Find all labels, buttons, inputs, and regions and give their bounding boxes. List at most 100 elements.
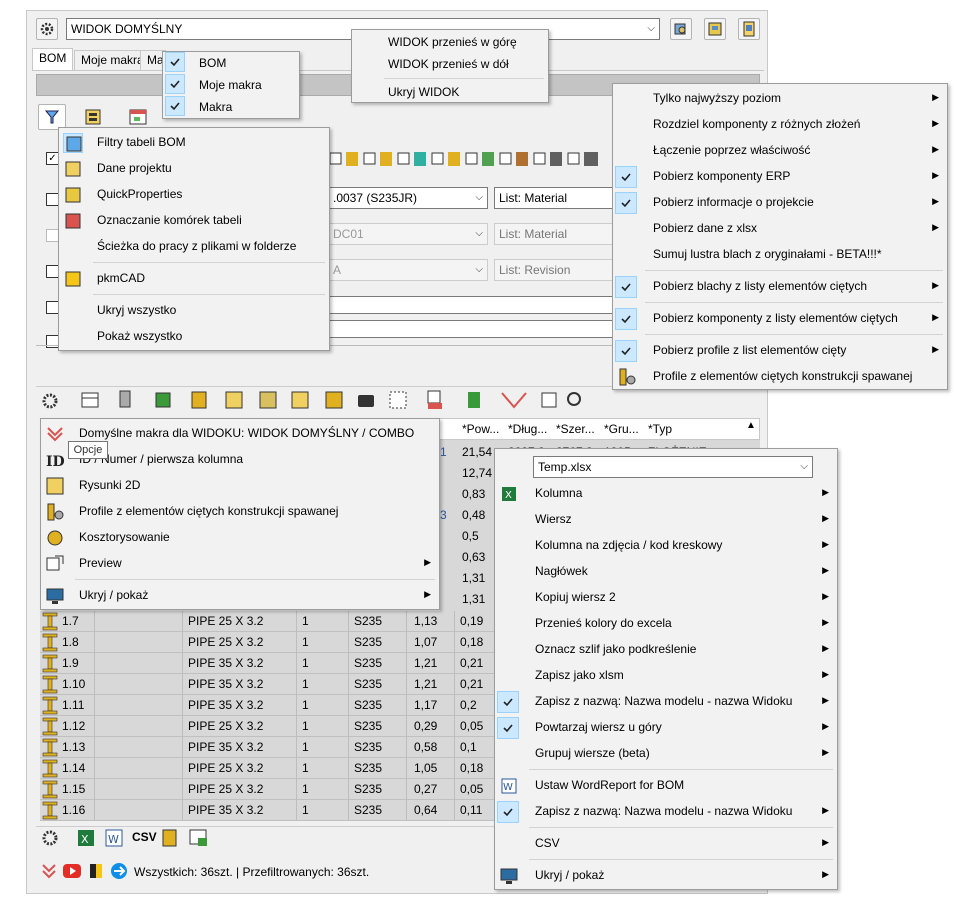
- export-menu-item-8[interactable]: Zapisz z nazwą: Nazwa modelu - nazwa Wid…: [495, 689, 837, 715]
- export-menu-item-0[interactable]: X Kolumna ▶: [495, 481, 837, 507]
- table-cell-v1: 1,07: [414, 635, 438, 649]
- excel-icon[interactable]: X: [76, 828, 96, 851]
- tab-menu-item-2[interactable]: Makra: [163, 96, 299, 118]
- bottom-gear-icon[interactable]: [40, 828, 60, 851]
- table-cell-v2: 0,18: [460, 761, 484, 775]
- options-menu-item-4[interactable]: Kosztorysowanie: [41, 525, 439, 551]
- options-menu-item-2[interactable]: Rysunki 2D: [41, 473, 439, 499]
- main-toolbar: [36, 386, 762, 414]
- tab-menu-item-1[interactable]: Moje makra: [163, 74, 299, 96]
- list-revision-field[interactable]: List: Revision: [494, 259, 614, 281]
- header-gru[interactable]: *Gru...: [604, 419, 639, 440]
- dc-select[interactable]: DC01 ⌵: [328, 223, 488, 245]
- view-copy-button[interactable]: [670, 18, 692, 40]
- header-szer[interactable]: *Szer...: [556, 419, 595, 440]
- tab-menu-item-0[interactable]: BOM: [163, 52, 299, 74]
- export-menu-item-10[interactable]: Grupuj wiersze (beta) ▶: [495, 741, 837, 767]
- table-cell-mat: S235: [354, 656, 383, 670]
- erp-menu-item-0[interactable]: Tylko najwyższy poziom ▶: [613, 86, 947, 112]
- filter-menu-item-5[interactable]: pkmCAD: [59, 266, 329, 292]
- revision-select[interactable]: A ⌵: [328, 259, 488, 281]
- view-export-button[interactable]: [738, 18, 760, 40]
- menu-item-label: WIDOK przenieś w górę: [388, 35, 517, 49]
- list-material-field-2[interactable]: List: Material: [494, 223, 614, 245]
- funnel-icon: [44, 110, 60, 124]
- submenu-arrow-icon: ▶: [822, 487, 829, 497]
- options-menu-item-6[interactable]: Ukryj / pokaż ▶: [41, 583, 439, 609]
- material-select[interactable]: .0037 (S235JR) ⌵: [328, 187, 488, 209]
- table-cell-name: PIPE 25 X 3.2: [188, 719, 264, 733]
- weldment-profile-icon: [617, 367, 637, 390]
- export-menu-item-7[interactable]: Zapisz jako xlsm ▶: [495, 663, 837, 689]
- submenu-arrow-icon: ▶: [932, 144, 939, 154]
- weldment-profile-icon: [45, 502, 65, 522]
- menu-item-view-down[interactable]: WIDOK przenieś w dół: [352, 52, 548, 78]
- options-menu-item-3[interactable]: Profile z elementów ciętych konstrukcji …: [41, 499, 439, 525]
- settings-gear-button[interactable]: [36, 18, 58, 40]
- export-menu-item-11[interactable]: W Ustaw WordReport for BOM: [495, 773, 837, 799]
- menu-separator: [93, 294, 325, 295]
- filter-menu-item-6[interactable]: Ukryj wszystko: [59, 298, 329, 324]
- menu-item-label: Grupuj wiersze (beta): [535, 746, 650, 760]
- header-dlug[interactable]: *Dług...: [508, 419, 547, 440]
- list-material-field-1[interactable]: List: Material: [494, 187, 614, 209]
- i-beam-icon: [42, 612, 58, 634]
- erp-menu-item-7[interactable]: Pobierz blachy z listy elementów ciętych…: [613, 274, 947, 300]
- tab-bom[interactable]: BOM: [32, 48, 74, 70]
- erp-menu-item-2[interactable]: Łączenie poprzez właściwość ▶: [613, 138, 947, 164]
- text-field-1[interactable]: [328, 296, 614, 314]
- filter-menu-item-2[interactable]: QuickProperties: [59, 182, 329, 208]
- csv-button[interactable]: CSV: [132, 830, 157, 844]
- erp-menu-item-6[interactable]: Sumuj lustra blach z oryginałami - BETA!…: [613, 242, 947, 268]
- export-file-select[interactable]: Temp.xlsx ⌵: [533, 456, 813, 478]
- menu-item-label: Makra: [199, 100, 233, 114]
- clipboard-icon[interactable]: [160, 828, 180, 851]
- erp-menu-item-10[interactable]: Profile z elementów ciętych konstrukcji …: [613, 364, 947, 390]
- youtube-icon[interactable]: [62, 863, 82, 882]
- export-menu-item-6[interactable]: Oznacz szlif jako podkreślenie ▶: [495, 637, 837, 663]
- erp-menu-item-5[interactable]: Pobierz dane z xlsx ▶: [613, 216, 947, 242]
- book-icon[interactable]: [88, 863, 104, 882]
- word-icon[interactable]: W: [104, 828, 124, 851]
- filter-menu-item-0[interactable]: Filtry tabeli BOM: [59, 130, 329, 156]
- table-cell-id: 1.7: [62, 614, 79, 628]
- erp-menu-item-4[interactable]: Pobierz informacje o projekcie ▶: [613, 190, 947, 216]
- grid-line: [348, 611, 349, 632]
- text-field-2[interactable]: [328, 320, 614, 338]
- filter-menu-item-3[interactable]: Oznaczanie komórek tabeli: [59, 208, 329, 234]
- header-pow[interactable]: *Pow...: [462, 419, 499, 440]
- filter-menu-item-4[interactable]: Ścieżka do pracy z plikami w folderze: [59, 234, 329, 260]
- export-menu-item-3[interactable]: Nagłówek ▶: [495, 559, 837, 585]
- export-menu-item-1[interactable]: Wiersz ▶: [495, 507, 837, 533]
- submenu-arrow-icon: ▶: [932, 196, 939, 206]
- export-menu-item-13[interactable]: CSV ▶: [495, 831, 837, 857]
- header-typ[interactable]: *Typ: [648, 419, 672, 440]
- document-icon: [743, 21, 755, 37]
- menu-item-label: Tylko najwyższy poziom: [653, 91, 782, 105]
- submenu-arrow-icon: ▶: [822, 805, 829, 815]
- menu-item-hide-view[interactable]: Ukryj WIDOK: [352, 80, 548, 106]
- grid-line: [296, 611, 297, 632]
- gear-icon: [40, 22, 54, 36]
- export-menu-item-2[interactable]: Kolumna na zdjęcia / kod kreskowy ▶: [495, 533, 837, 559]
- scroll-up-icon[interactable]: ▲: [744, 420, 758, 438]
- erp-table-icon[interactable]: [188, 828, 208, 851]
- options-menu-item-5[interactable]: Preview ▶: [41, 551, 439, 577]
- export-menu-item-9[interactable]: Powtarzaj wiersz u góry ▶: [495, 715, 837, 741]
- erp-menu-item-3[interactable]: Pobierz komponenty ERP ▶: [613, 164, 947, 190]
- erp-menu-item-1[interactable]: Rozdziel komponenty z różnych złożeń ▶: [613, 112, 947, 138]
- export-menu-item-4[interactable]: Kopiuj wiersz 2 ▶: [495, 585, 837, 611]
- teamviewer-icon[interactable]: [110, 862, 128, 883]
- filter-menu-item-1[interactable]: Dane projektu: [59, 156, 329, 182]
- svg-text:ID: ID: [46, 454, 65, 470]
- filter-menu-item-7[interactable]: Pokaż wszystko: [59, 324, 329, 350]
- table-cell-mat: S235: [354, 782, 383, 796]
- erp-menu-item-9[interactable]: Pobierz profile z list elementów cięty ▶: [613, 338, 947, 364]
- export-menu-item-12[interactable]: Zapisz z nazwą: Nazwa modelu - nazwa Wid…: [495, 799, 837, 825]
- export-menu-item-5[interactable]: Przenieś kolory do excela ▶: [495, 611, 837, 637]
- grid-line: [406, 800, 407, 821]
- view-save-button[interactable]: [704, 18, 726, 40]
- export-menu-item-14[interactable]: Ukryj / pokaż ▶: [495, 863, 837, 889]
- menu-item-label: Profile z elementów ciętych konstrukcji …: [653, 369, 913, 383]
- erp-menu-item-8[interactable]: Pobierz komponenty z listy elementów cię…: [613, 306, 947, 332]
